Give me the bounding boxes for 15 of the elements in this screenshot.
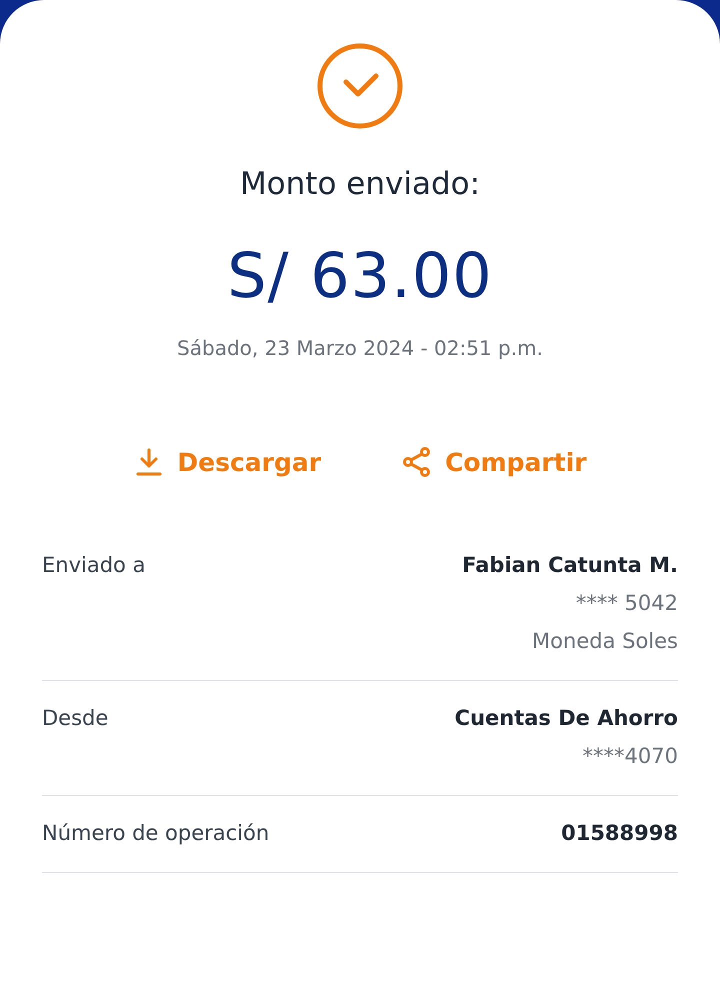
detail-value: Cuentas De Ahorro xyxy=(454,705,678,732)
detail-value: Moneda Soles xyxy=(532,628,678,655)
detail-value: 01588998 xyxy=(561,820,678,847)
share-button[interactable]: Compartir xyxy=(401,446,587,478)
amount: S/ 63.00 xyxy=(227,238,493,314)
detail-value: Fabian Catunta M. xyxy=(462,552,678,579)
title: Monto enviado: xyxy=(240,165,480,204)
detail-label: Número de operación xyxy=(42,820,270,847)
detail-label: Desde xyxy=(42,705,108,732)
detail-value: **** 5042 xyxy=(576,590,678,617)
download-button[interactable]: Descargar xyxy=(133,446,322,478)
detail-value: ****4070 xyxy=(582,743,678,770)
success-check-icon xyxy=(316,42,404,130)
date-time: Sábado, 23 Marzo 2024 - 02:51 p.m. xyxy=(177,335,543,362)
detail-label: Enviado a xyxy=(42,552,146,579)
